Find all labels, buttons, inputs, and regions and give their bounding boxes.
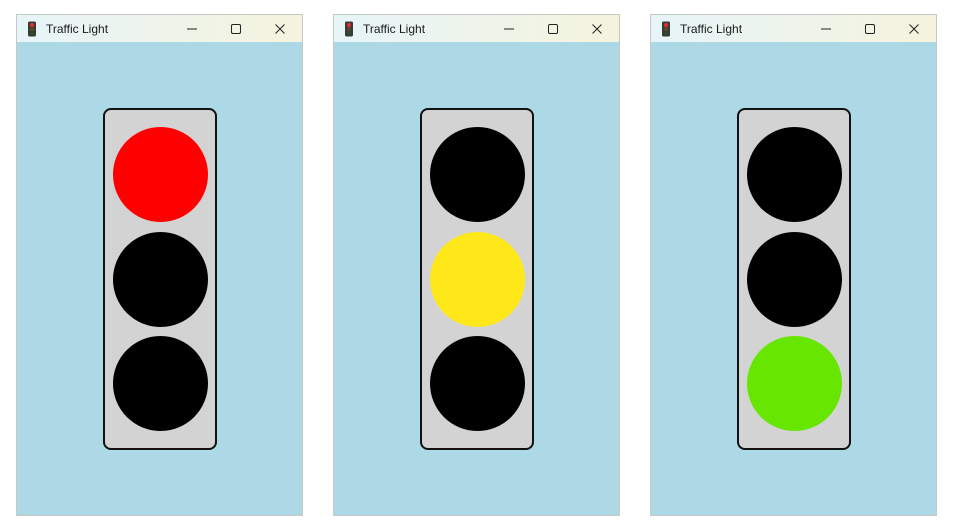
traffic-light-window-2: Traffic Light	[333, 14, 620, 516]
yellow-light	[430, 232, 525, 327]
yellow-light	[113, 232, 208, 327]
red-light	[747, 127, 842, 222]
title-bar[interactable]: Traffic Light	[651, 15, 936, 42]
traffic-light-housing	[103, 108, 217, 450]
maximize-button[interactable]	[848, 15, 892, 42]
yellow-light	[747, 232, 842, 327]
close-button[interactable]	[575, 15, 619, 42]
title-bar[interactable]: Traffic Light	[334, 15, 619, 42]
minimize-icon	[504, 28, 514, 29]
maximize-icon	[548, 23, 558, 34]
window-title: Traffic Light	[680, 21, 743, 36]
title-bar[interactable]: Traffic Light	[17, 15, 302, 42]
window-title: Traffic Light	[363, 21, 426, 36]
close-button[interactable]	[258, 15, 302, 42]
close-icon	[275, 23, 285, 34]
green-light	[430, 336, 525, 431]
green-light	[747, 336, 842, 431]
red-light	[430, 127, 525, 222]
window-title: Traffic Light	[46, 21, 109, 36]
maximize-icon	[865, 23, 875, 34]
traffic-light-icon	[28, 21, 36, 36]
maximize-icon	[231, 23, 241, 34]
minimize-icon	[821, 28, 831, 29]
close-button[interactable]	[892, 15, 936, 42]
traffic-light-window-3: Traffic Light	[650, 14, 937, 516]
close-icon	[592, 23, 602, 34]
red-light	[113, 127, 208, 222]
minimize-button[interactable]	[487, 15, 531, 42]
minimize-button[interactable]	[170, 15, 214, 42]
minimize-icon	[187, 28, 197, 29]
green-light	[113, 336, 208, 431]
maximize-button[interactable]	[214, 15, 258, 42]
close-icon	[909, 23, 919, 34]
traffic-light-housing	[737, 108, 851, 450]
traffic-light-icon	[345, 21, 353, 36]
traffic-light-window-1: Traffic Light	[16, 14, 303, 516]
traffic-light-housing	[420, 108, 534, 450]
minimize-button[interactable]	[804, 15, 848, 42]
traffic-light-icon	[662, 21, 670, 36]
maximize-button[interactable]	[531, 15, 575, 42]
